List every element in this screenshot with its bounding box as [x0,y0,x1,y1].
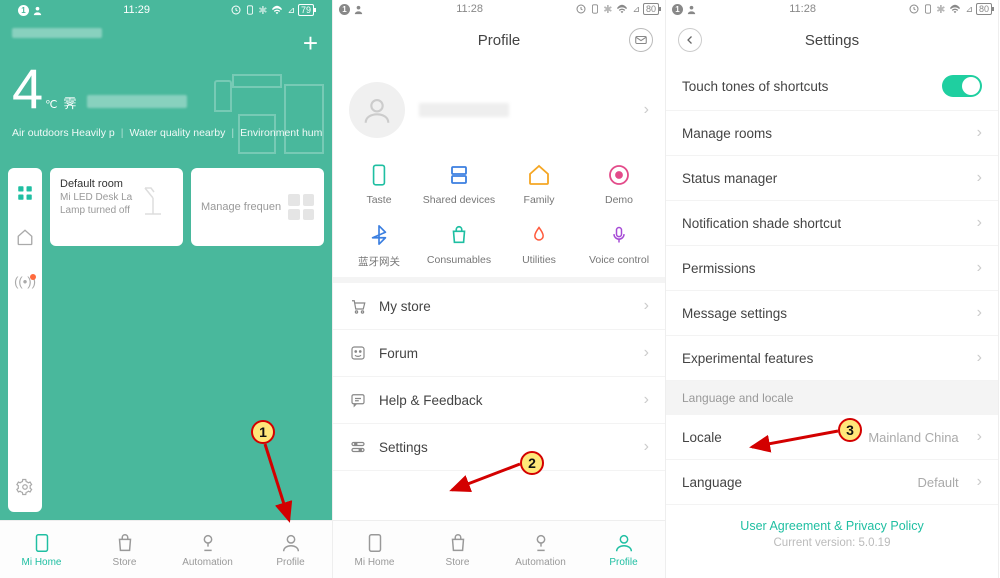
nav-mi-home[interactable]: Mi Home [0,521,83,578]
nav-automation[interactable]: Automation [166,521,249,578]
setting-manage-rooms[interactable]: Manage rooms› [666,111,998,156]
bottom-nav: Mi Home Store Automation Profile [333,520,665,578]
status-time: 11:28 [456,3,483,15]
mail-icon[interactable] [629,28,653,52]
nav-profile[interactable]: Profile [249,521,332,578]
sliders-icon [349,438,367,456]
add-device-button[interactable]: + [303,28,318,59]
room-sidebar: ((•)) [8,168,42,512]
nav-profile[interactable]: Profile [582,521,665,578]
setting-status-manager[interactable]: Status manager› [666,156,998,201]
sidebar-home-icon[interactable] [16,228,34,246]
page-title: Profile [478,32,521,49]
sidebar-signal-icon[interactable]: ((•)) [16,272,34,290]
setting-language[interactable]: Language Default › [666,460,998,505]
status-bar: 1 11:28 ✱ ⊿ 80 [333,0,665,18]
device-card-default-room[interactable]: Default room Mi LED Desk La Lamp turned … [50,168,183,246]
profile-account-row[interactable]: › [333,62,665,162]
screen-profile: 1 11:28 ✱ ⊿ 80 Profile › Taste [333,0,666,578]
shortcut-grid: Taste Shared devices Family Demo 蓝牙网关 Co… [333,162,665,277]
annotation-2: 2 [520,451,544,475]
nav-mi-home[interactable]: Mi Home [333,521,416,578]
notification-dot [30,274,36,280]
screen-home: 1 11:29 ✱ ⊿ 79 + 4 ℃ 霁 Air outdoors Heav… [0,0,333,578]
annotation-3: 3 [838,418,862,442]
smile-icon [349,344,367,362]
profile-header: Profile [333,18,665,62]
menu-help[interactable]: Help & Feedback› [333,377,665,424]
shortcut-demo[interactable]: Demo [579,162,659,206]
status-time: 11:28 [789,3,816,15]
setting-message[interactable]: Message settings› [666,291,998,336]
nav-automation[interactable]: Automation [499,521,582,578]
shortcut-bt-gateway[interactable]: 蓝牙网关 [339,222,419,269]
shortcut-consumables[interactable]: Consumables [419,222,499,269]
status-bar: 1 11:28 ✱ ⊿ 80 [666,0,998,18]
cart-icon [349,297,367,315]
nav-store[interactable]: Store [83,521,166,578]
settings-footer: User Agreement & Privacy Policy Current … [666,505,998,563]
version-label: Current version: 5.0.19 [666,537,998,549]
profile-name-blurred [419,103,509,117]
status-bar: 1 11:29 ✱ ⊿ 79 [12,0,320,18]
avatar [349,82,405,138]
setting-permissions[interactable]: Permissions› [666,246,998,291]
toggle-on[interactable] [942,75,982,97]
home-header: 1 11:29 ✱ ⊿ 79 + 4 ℃ 霁 Air outdoors Heav… [0,0,332,160]
shortcut-shared[interactable]: Shared devices [419,162,499,206]
back-button[interactable] [678,28,702,52]
lamp-icon [133,178,173,218]
header-illustration [197,70,332,160]
nav-store[interactable]: Store [416,521,499,578]
setting-touch-tones[interactable]: Touch tones of shortcuts [666,62,998,111]
bottom-nav: Mi Home Store Automation Profile [0,520,332,578]
grid-icon [288,194,314,220]
screen-settings: 1 11:28 ✱ ⊿ 80 Settings Touch tones of s… [666,0,999,578]
chevron-right-icon: › [644,101,649,119]
status-time: 11:29 [123,4,150,16]
profile-menu: My store› Forum› Help & Feedback› Settin… [333,277,665,471]
setting-experimental[interactable]: Experimental features› [666,336,998,381]
menu-my-store[interactable]: My store› [333,283,665,330]
section-language-locale: Language and locale [666,381,998,415]
sidebar-grid-icon[interactable] [16,184,34,202]
shortcut-utilities[interactable]: Utilities [499,222,579,269]
chat-icon [349,391,367,409]
menu-forum[interactable]: Forum› [333,330,665,377]
shortcut-taste[interactable]: Taste [339,162,419,206]
annotation-1: 1 [251,420,275,444]
page-title: Settings [805,32,859,49]
setting-shade-shortcut[interactable]: Notification shade shortcut› [666,201,998,246]
manage-frequent-card[interactable]: Manage frequen [191,168,324,246]
user-agreement-link[interactable]: User Agreement & Privacy Policy [666,519,998,533]
shortcut-family[interactable]: Family [499,162,579,206]
settings-header: Settings [666,18,998,62]
sidebar-settings-icon[interactable] [16,478,34,496]
shortcut-voice[interactable]: Voice control [579,222,659,269]
